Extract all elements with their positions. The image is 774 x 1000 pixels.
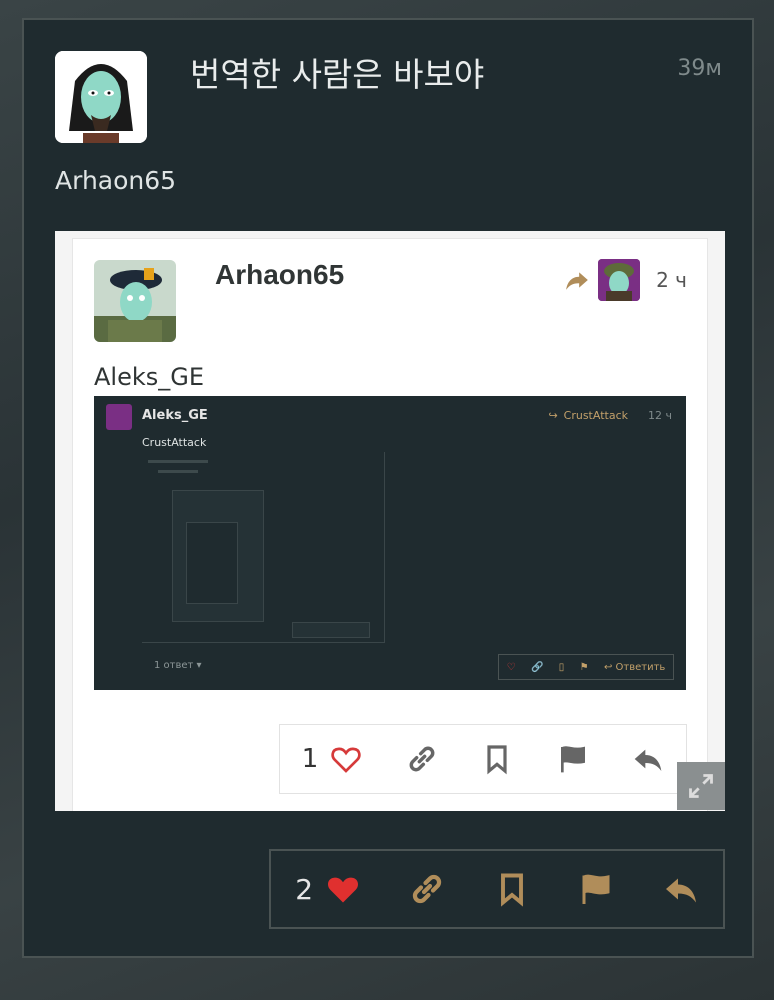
ss-body-name: CrustAttack: [142, 436, 207, 449]
author-avatar[interactable]: [55, 51, 147, 143]
bookmark-button-icon[interactable]: [494, 871, 530, 907]
reply-button-icon[interactable]: [663, 871, 699, 907]
quoted-like: 1: [302, 743, 363, 775]
quoted-meta: 2 ч: [564, 259, 687, 301]
ss-meta: ↪ CrustAttack 12 ч: [548, 409, 672, 422]
like-count: 2: [295, 872, 314, 906]
reply-to-avatar: [598, 259, 641, 301]
heart-icon[interactable]: [325, 871, 361, 907]
ss-nested-content: [142, 452, 385, 643]
expand-icon[interactable]: [677, 762, 725, 810]
ss-replies: 1 ответ ▾: [154, 660, 202, 671]
ss-reply-arrow-icon: ↪: [548, 409, 558, 422]
link-icon: [409, 746, 435, 772]
bookmark-icon: [487, 745, 507, 775]
post-card: 번역한 사람은 바보야 39м Arhaon65 Arhaon65 2 ч Al…: [22, 18, 754, 958]
ss-actions: ♡ 🔗 ▯ ⚑ ↩ Ответить: [498, 654, 674, 680]
embedded-image[interactable]: Arhaon65 2 ч Aleks_GE Aleks_GE ↪ CrustAt…: [55, 231, 725, 811]
heart-outline-icon: [331, 747, 361, 773]
post-username[interactable]: Arhaon65: [55, 166, 176, 195]
quoted-body-name: Aleks_GE: [94, 363, 205, 391]
reply-arrow-icon: [566, 272, 588, 290]
quoted-post: Arhaon65 2 ч Aleks_GE Aleks_GE ↪ CrustAt…: [73, 239, 707, 811]
reply-icon: [634, 749, 662, 771]
quoted-time: 2 ч: [656, 268, 687, 292]
post-title: 번역한 사람은 바보야: [190, 55, 485, 94]
ss-flag-icon: ⚑: [579, 661, 589, 673]
quoted-username: Arhaon65: [215, 259, 345, 290]
post-actions: 2: [269, 849, 725, 929]
quoted-actions: 1: [279, 724, 687, 794]
like-button[interactable]: 2: [295, 871, 361, 907]
post-time[interactable]: 39м: [677, 56, 722, 81]
quoted-like-count: 1: [301, 744, 319, 774]
ss-heart-icon: ♡: [506, 661, 516, 673]
nested-screenshot: Aleks_GE ↪ CrustAttack 12 ч CrustAttack …: [94, 396, 686, 690]
flag-icon: [560, 746, 585, 773]
flag-button-icon[interactable]: [578, 871, 614, 907]
ss-username: Aleks_GE: [142, 408, 208, 423]
ss-link-icon: 🔗: [530, 661, 544, 673]
ss-bookmark-icon: ▯: [558, 661, 565, 673]
share-link-icon[interactable]: [409, 871, 445, 907]
ss-reply-to: CrustAttack: [563, 409, 628, 422]
ss-avatar: [106, 404, 132, 430]
quoted-avatar: [94, 260, 176, 342]
ss-reply-label: ↩ Ответить: [603, 661, 666, 673]
ss-time: 12 ч: [648, 409, 672, 422]
